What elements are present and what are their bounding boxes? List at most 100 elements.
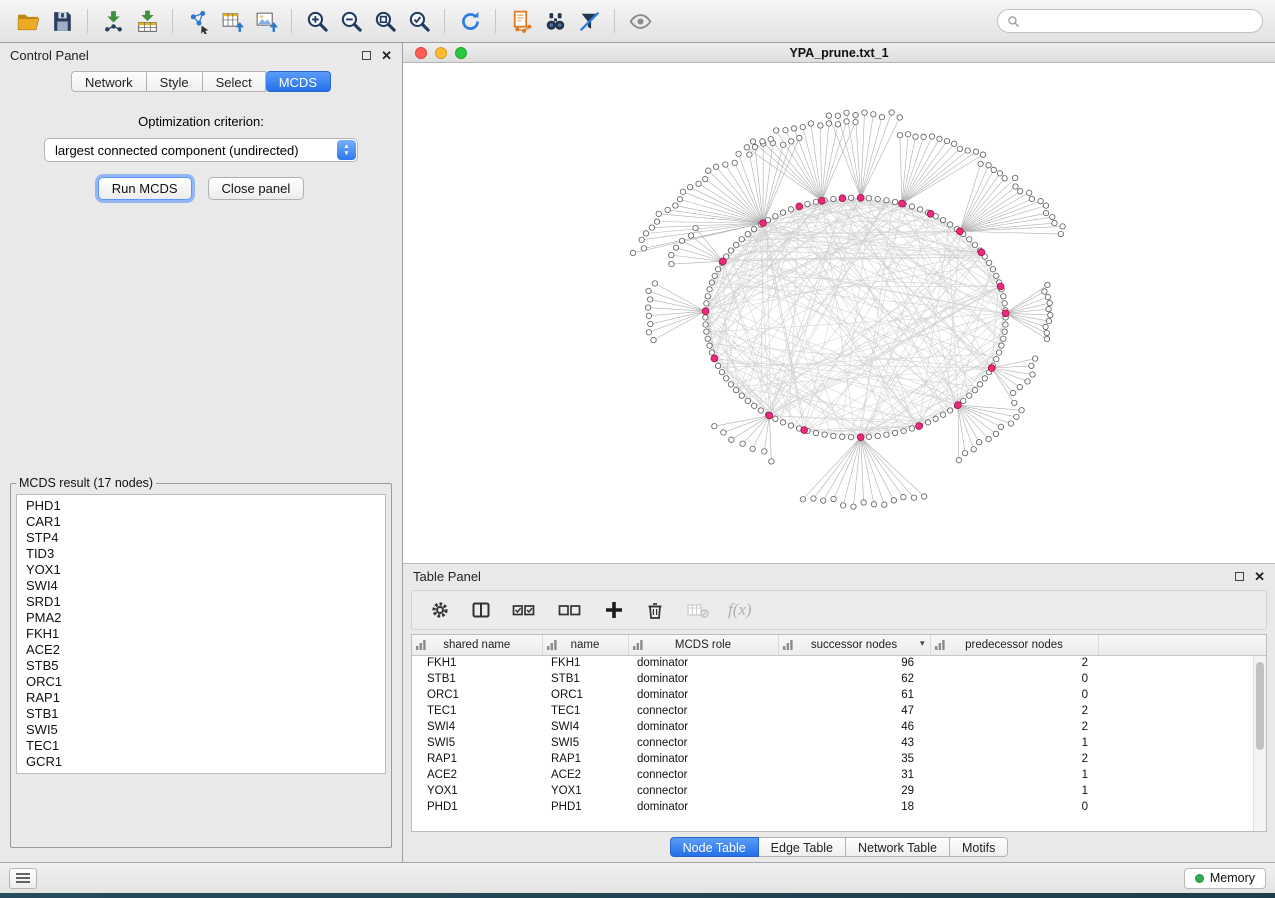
show-columns-button[interactable] [467,597,494,624]
main-area: Control Panel ✕ Network Style Select MCD… [0,43,1275,862]
table-row[interactable]: ORC1ORC1dominator610 [412,687,1266,703]
open-session-button[interactable] [12,5,44,37]
control-panel-header: Control Panel ✕ [0,43,402,67]
trash-icon [644,599,666,621]
add-column-button[interactable] [600,597,627,624]
close-table-panel-icon[interactable]: ✕ [1254,570,1265,583]
eye-icon [628,9,653,34]
result-item: YOX1 [26,562,376,578]
table-scrollbar[interactable] [1253,656,1266,831]
table-row[interactable]: TEC1TEC1connector472 [412,703,1266,719]
column-header-mcds-role[interactable]: MCDS role [628,635,778,655]
search-network-button[interactable] [539,5,571,37]
floppy-disk-icon [50,9,75,34]
table-panel-title: Table Panel [413,569,481,584]
float-panel-icon[interactable] [362,51,371,60]
refresh-button[interactable] [454,5,486,37]
table-row[interactable]: SWI5SWI5connector431 [412,735,1266,751]
refresh-icon [458,9,483,34]
column-type-icon [633,640,643,653]
tab-network[interactable]: Network [71,71,147,92]
tab-mcds[interactable]: MCDS [266,71,331,92]
table-row[interactable]: STB1STB1dominator620 [412,671,1266,687]
binoculars-icon [543,9,568,34]
column-header-name[interactable]: name [542,635,628,655]
zoom-selected-button[interactable] [403,5,435,37]
table-row[interactable]: RAP1RAP1dominator352 [412,751,1266,767]
status-bar: Memory [0,862,1275,893]
memory-status-icon [1195,874,1204,883]
column-type-icon [547,640,557,653]
table-row[interactable]: PHD1PHD1dominator180 [412,799,1266,815]
column-header-shared-name[interactable]: shared name [412,635,542,655]
table-row[interactable]: SWI4SWI4dominator462 [412,719,1266,735]
tab-edge-table[interactable]: Edge Table [759,837,846,857]
close-panel-icon[interactable]: ✕ [381,49,392,62]
window-zoom-button[interactable] [455,47,467,59]
network-canvas[interactable] [403,63,1275,564]
table-row[interactable]: FKH1FKH1dominator962 [412,655,1266,671]
export-network-icon [186,9,211,34]
result-item: PHD1 [26,498,376,514]
result-item: CAR1 [26,514,376,530]
table-settings-button[interactable] [426,597,453,624]
clone-network-button[interactable] [505,5,537,37]
memory-button[interactable]: Memory [1184,868,1266,889]
deselect-all-icon [557,599,583,621]
toolbar-separator [495,9,496,33]
table-row[interactable]: ACE2ACE2connector311 [412,767,1266,783]
zoom-fit-button[interactable] [369,5,401,37]
column-type-icon [416,640,426,653]
control-panel-title: Control Panel [10,48,89,63]
criterion-value: largest connected component (undirected) [45,143,299,158]
tab-node-table[interactable]: Node Table [670,837,759,857]
result-item: STB5 [26,658,376,674]
optimization-criterion-select[interactable]: largest connected component (undirected)… [44,138,358,162]
show-hide-button[interactable] [624,5,656,37]
search-box[interactable] [997,9,1263,33]
export-image-button[interactable] [250,5,282,37]
filter-button[interactable] [573,5,605,37]
import-network-button[interactable] [97,5,129,37]
import-table-button[interactable] [131,5,163,37]
export-table-button[interactable] [216,5,248,37]
status-menu-button[interactable] [9,868,37,889]
network-window-titlebar[interactable]: YPA_prune.txt_1 [403,43,1275,63]
network-graph[interactable] [403,63,1275,563]
run-mcds-button[interactable]: Run MCDS [98,177,192,200]
tab-motifs[interactable]: Motifs [950,837,1008,857]
gear-icon [429,599,451,621]
search-input[interactable] [1026,14,1253,28]
zoom-fit-icon [373,9,398,34]
scrollbar-thumb[interactable] [1256,662,1264,750]
mcds-result-list[interactable]: PHD1CAR1STP4TID3YOX1SWI4SRD1PMA2FKH1ACE2… [16,494,386,774]
tab-network-table[interactable]: Network Table [846,837,950,857]
result-item: ORC1 [26,674,376,690]
export-network-button[interactable] [182,5,214,37]
select-all-button[interactable] [508,597,540,624]
zoom-selected-icon [407,9,432,34]
open-folder-icon [16,9,41,34]
delete-column-button[interactable] [641,597,668,624]
window-close-button[interactable] [415,47,427,59]
select-stepper-icon: ▲▼ [337,140,356,160]
zoom-in-button[interactable] [301,5,333,37]
float-table-panel-icon[interactable] [1235,572,1244,581]
result-item: RAP1 [26,690,376,706]
list-icon [15,872,31,884]
column-header-successor-nodes[interactable]: successor nodes▾ [778,635,930,655]
save-session-button[interactable] [46,5,78,37]
zoom-out-button[interactable] [335,5,367,37]
main-toolbar [0,0,1275,43]
result-item: ACE2 [26,642,376,658]
network-window-title: YPA_prune.txt_1 [403,46,1275,60]
window-minimize-button[interactable] [435,47,447,59]
table-row[interactable]: YOX1YOX1connector291 [412,783,1266,799]
close-panel-button[interactable]: Close panel [208,177,305,200]
tab-style[interactable]: Style [147,71,203,92]
import-table-disabled-button [682,597,714,624]
column-header-predecessor-nodes[interactable]: predecessor nodes [930,635,1098,655]
zoom-in-icon [305,9,330,34]
tab-select[interactable]: Select [203,71,266,92]
deselect-all-button[interactable] [554,597,586,624]
